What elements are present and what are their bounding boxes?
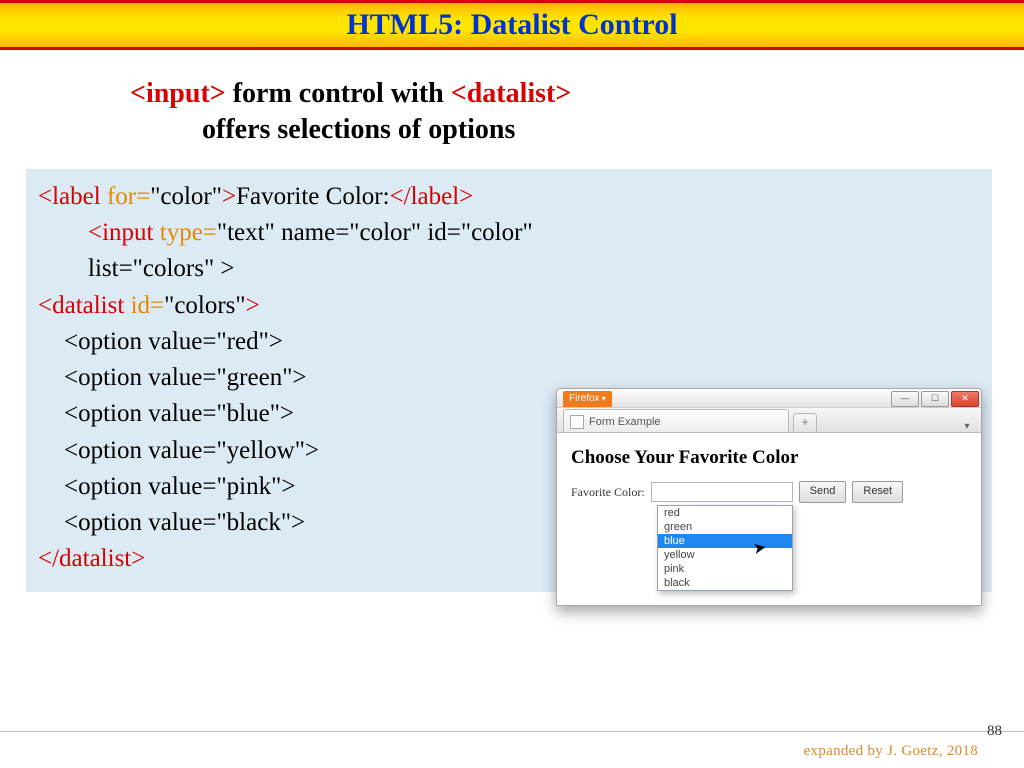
code-tag: <label	[38, 183, 107, 210]
dropdown-option-selected[interactable]: blue	[658, 534, 792, 548]
divider	[0, 731, 1024, 732]
firefox-menu-button[interactable]: Firefox	[563, 391, 612, 407]
page-number: 88	[987, 723, 1002, 740]
code-attr: type=	[160, 219, 217, 246]
tab-strip: Form Example + ▾	[557, 408, 981, 433]
send-button[interactable]: Send	[799, 481, 847, 503]
new-tab-button[interactable]: +	[793, 413, 817, 432]
reset-button[interactable]: Reset	[852, 481, 903, 503]
code-attr: for=	[107, 183, 150, 210]
dropdown-option[interactable]: red	[658, 506, 792, 520]
subtitle: <input> form control with <datalist> off…	[130, 76, 1024, 149]
code-option: <option value="red">	[38, 324, 980, 360]
page-content: Choose Your Favorite Color Favorite Colo…	[557, 433, 981, 605]
favorite-color-label: Favorite Color:	[571, 485, 645, 500]
code-text: "text"	[217, 219, 275, 246]
slide-title: HTML5: Datalist Control	[0, 0, 1024, 50]
cursor-icon: ➤	[751, 537, 768, 559]
slide: HTML5: Datalist Control <input> form con…	[0, 0, 1024, 768]
code-tag: </label>	[390, 183, 474, 210]
code-text: list="colors" >	[38, 251, 980, 287]
dropdown-option[interactable]: yellow	[658, 548, 792, 562]
code-text: name="color" id="color"	[275, 219, 533, 246]
subtitle-mid: form control with	[226, 78, 451, 109]
dropdown-option[interactable]: green	[658, 520, 792, 534]
maximize-button[interactable]: ☐	[921, 391, 949, 407]
browser-tab[interactable]: Form Example	[563, 409, 789, 432]
tab-label: Form Example	[589, 416, 661, 428]
tabs-dropdown-icon[interactable]: ▾	[959, 421, 981, 432]
code-tag: >	[246, 292, 260, 319]
code-text: "colors"	[164, 292, 246, 319]
code-tag: <input	[88, 219, 160, 246]
inline-tag-datalist: <datalist>	[451, 78, 572, 109]
page-icon	[570, 415, 584, 429]
footer-credit: expanded by J. Goetz, 2018	[804, 743, 978, 760]
page-heading: Choose Your Favorite Color	[571, 447, 967, 469]
window-titlebar: Firefox — ☐ ✕	[557, 389, 981, 408]
subtitle-line2: offers selections of options	[202, 112, 1024, 148]
inline-tag-input: <input>	[130, 78, 226, 109]
dropdown-option[interactable]: black	[658, 576, 792, 590]
code-text: "color"	[150, 183, 222, 210]
code-text: Favorite Color:	[236, 183, 389, 210]
close-button[interactable]: ✕	[951, 391, 979, 407]
browser-window: Firefox — ☐ ✕ Form Example + ▾ Choose Yo…	[556, 388, 982, 606]
favorite-color-input[interactable]	[651, 482, 793, 502]
code-tag: <datalist	[38, 292, 131, 319]
dropdown-option[interactable]: pink	[658, 562, 792, 576]
code-tag: >	[222, 183, 236, 210]
datalist-dropdown: red green blue yellow pink black ➤	[657, 505, 793, 591]
minimize-button[interactable]: —	[891, 391, 919, 407]
code-attr: id=	[131, 292, 165, 319]
